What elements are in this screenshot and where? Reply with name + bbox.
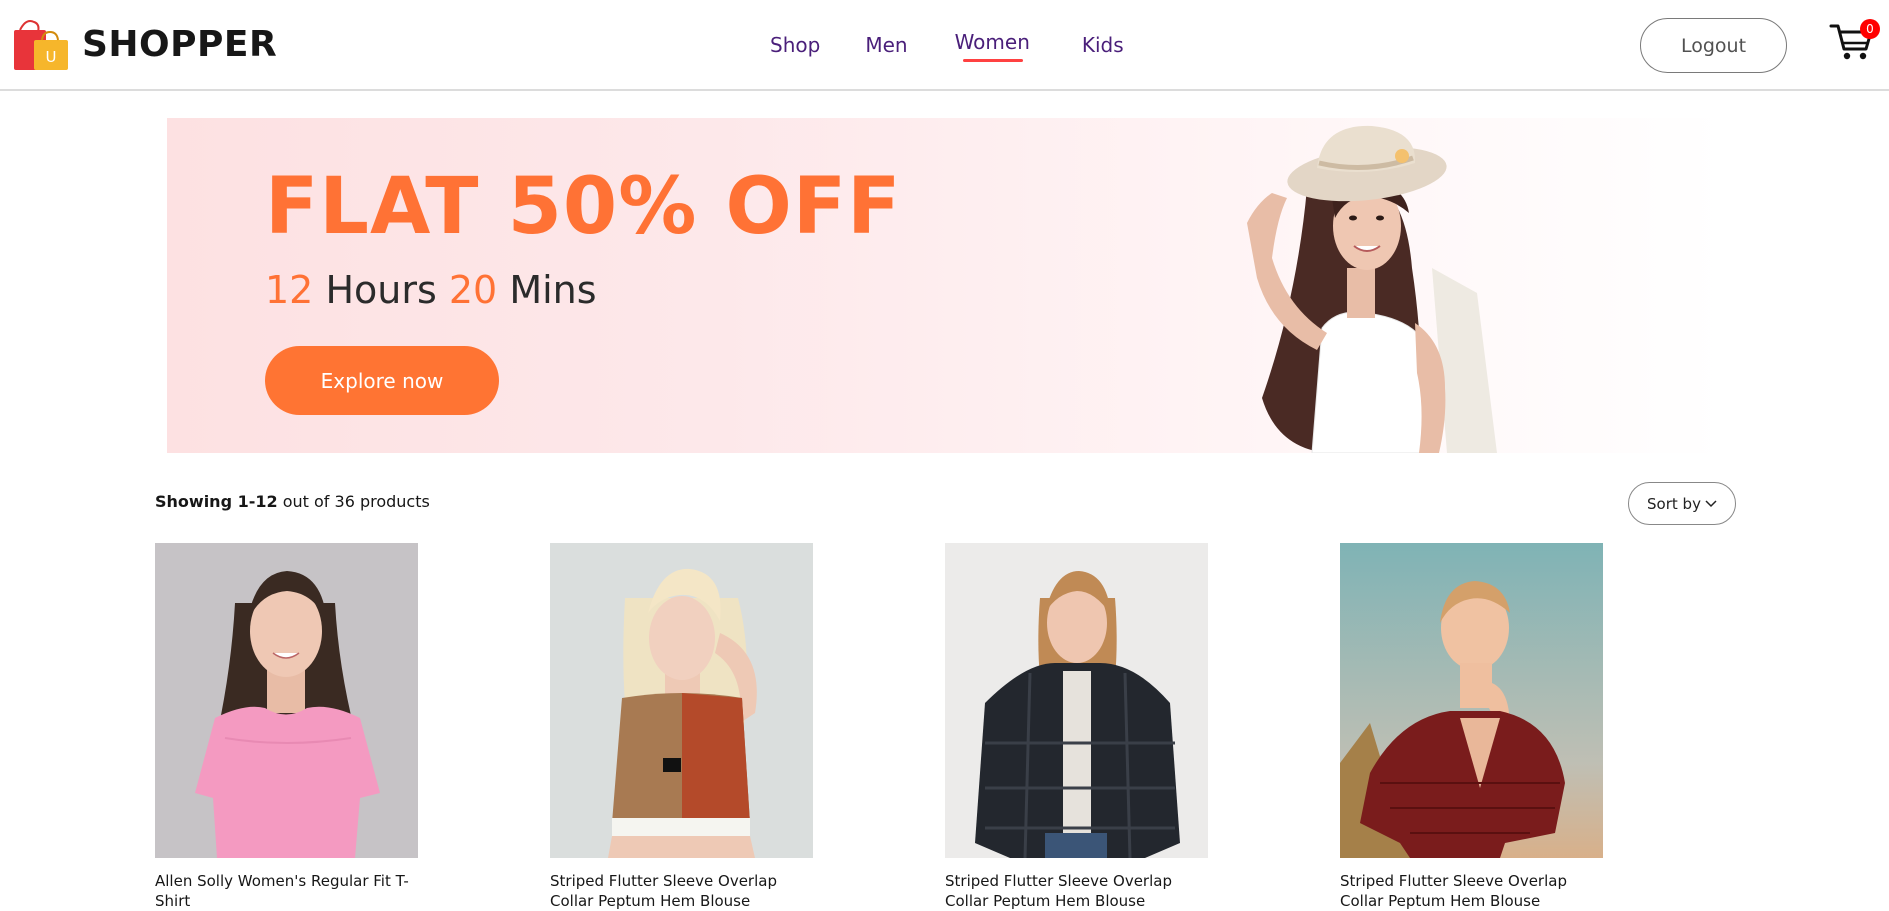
hours-value: 12 — [265, 268, 314, 312]
product-name[interactable]: Striped Flutter Sleeve Overlap Collar Pe… — [1340, 871, 1603, 911]
nav-item-label: Men — [865, 33, 908, 57]
results-range: Showing 1-12 — [155, 492, 278, 511]
product-card[interactable]: Striped Flutter Sleeve Overlap Collar Pe… — [550, 543, 813, 911]
navbar: U SHOPPER Shop Men Women Kids Logout 0 — [0, 0, 1889, 91]
product-image[interactable] — [945, 543, 1208, 858]
mins-value: 20 — [448, 268, 498, 312]
offer-countdown: 12 Hours 20 Mins — [265, 268, 597, 312]
nav-item-shop[interactable]: Shop — [770, 30, 820, 70]
product-name[interactable]: Striped Flutter Sleeve Overlap Collar Pe… — [550, 871, 813, 911]
product-image[interactable] — [1340, 543, 1603, 858]
banner-headline: FLAT 50% OFF — [265, 162, 902, 252]
sort-by-label: Sort by — [1647, 494, 1701, 513]
product-card[interactable]: Striped Flutter Sleeve Overlap Collar Pe… — [1340, 543, 1603, 911]
explore-now-button[interactable]: Explore now — [265, 346, 499, 415]
product-grid: Allen Solly Women's Regular Fit T-Shirt … — [155, 543, 1735, 910]
product-card[interactable]: Striped Flutter Sleeve Overlap Collar Pe… — [945, 543, 1208, 911]
shopping-bag-icon: U — [14, 20, 68, 70]
chevron-down-icon — [1705, 499, 1717, 507]
brand-logo[interactable]: U SHOPPER — [12, 16, 277, 72]
sort-by-dropdown[interactable]: Sort by — [1628, 482, 1736, 525]
hero-banner: FLAT 50% OFF 12 Hours 20 Mins Explore no… — [167, 118, 1724, 453]
nav-item-label: Women — [954, 30, 1030, 54]
product-name[interactable]: Allen Solly Women's Regular Fit T-Shirt — [155, 871, 418, 911]
nav-item-label: Kids — [1081, 33, 1124, 57]
logout-button[interactable]: Logout — [1640, 18, 1787, 73]
main-nav: Shop Men Women Kids — [770, 30, 1124, 70]
nav-item-men[interactable]: Men — [865, 30, 907, 70]
listing-toolbar: Showing 1-12 out of 36 products Sort by — [155, 482, 1736, 526]
cart-count-badge: 0 — [1860, 19, 1880, 39]
product-name[interactable]: Striped Flutter Sleeve Overlap Collar Pe… — [945, 871, 1208, 911]
nav-item-label: Shop — [770, 33, 821, 57]
active-nav-indicator — [962, 59, 1023, 62]
results-total: out of 36 products — [277, 492, 430, 511]
banner-model-image — [1247, 125, 1497, 453]
nav-item-women[interactable]: Women — [955, 30, 1030, 70]
brand-name: SHOPPER — [82, 23, 278, 65]
product-image[interactable] — [550, 543, 813, 858]
results-count: Showing 1-12 out of 36 products — [155, 492, 430, 511]
mins-label: Mins — [509, 268, 597, 312]
product-image[interactable] — [155, 543, 418, 858]
svg-text:U: U — [46, 48, 57, 66]
product-card[interactable]: Allen Solly Women's Regular Fit T-Shirt — [155, 543, 418, 911]
nav-item-kids[interactable]: Kids — [1082, 30, 1124, 70]
hours-label: Hours — [325, 268, 437, 312]
